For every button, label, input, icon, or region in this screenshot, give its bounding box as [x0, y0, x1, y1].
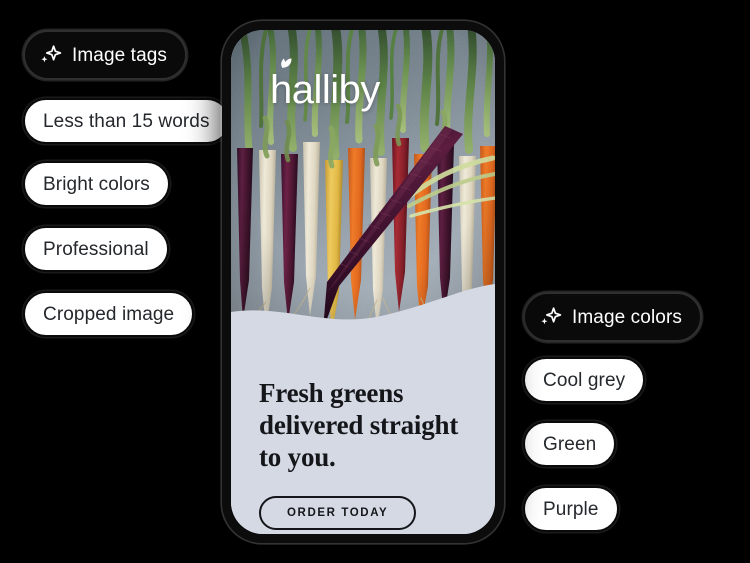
color-chip-purple[interactable]: Purple [523, 486, 619, 532]
promo-content-panel: Fresh greens delivered straight to you. … [231, 330, 495, 534]
leaf-sprout-icon [281, 58, 292, 69]
panel-header-image-tags[interactable]: Image tags [23, 30, 187, 80]
tag-chip-label: Professional [43, 238, 149, 260]
panel-header-label: Image tags [72, 44, 167, 66]
sparkle-icon [41, 45, 62, 63]
tag-chip-bright-colors[interactable]: Bright colors [23, 161, 170, 207]
tag-chip-cropped-image[interactable]: Cropped image [23, 291, 195, 337]
color-chip-label: Purple [543, 498, 599, 520]
color-chip-label: Green [543, 433, 597, 455]
tag-chip-label: Less than 15 words [43, 110, 210, 132]
tag-chip-label: Bright colors [43, 173, 150, 195]
order-today-button[interactable]: ORDER TODAY [259, 495, 417, 530]
brand-logo: halliby [270, 55, 380, 110]
panel-header-label: Image colors [572, 306, 682, 328]
canvas: Image tags Less than 15 words Bright col… [0, 0, 750, 563]
color-chip-cool-grey[interactable]: Cool grey [523, 357, 646, 403]
tag-chip-less-than-15-words[interactable]: Less than 15 words [23, 98, 230, 144]
panel-header-image-colors[interactable]: Image colors [523, 292, 702, 342]
phone-screen: halliby Fresh greens delivered straight … [231, 30, 495, 534]
tag-chip-professional[interactable]: Professional [23, 226, 169, 272]
color-chip-green[interactable]: Green [523, 421, 617, 467]
color-chip-label: Cool grey [543, 369, 626, 391]
tag-chip-label: Cropped image [43, 303, 175, 325]
headline: Fresh greens delivered straight to you. [259, 378, 459, 472]
phone-mockup: halliby Fresh greens delivered straight … [222, 21, 504, 543]
sparkle-icon [541, 307, 562, 325]
